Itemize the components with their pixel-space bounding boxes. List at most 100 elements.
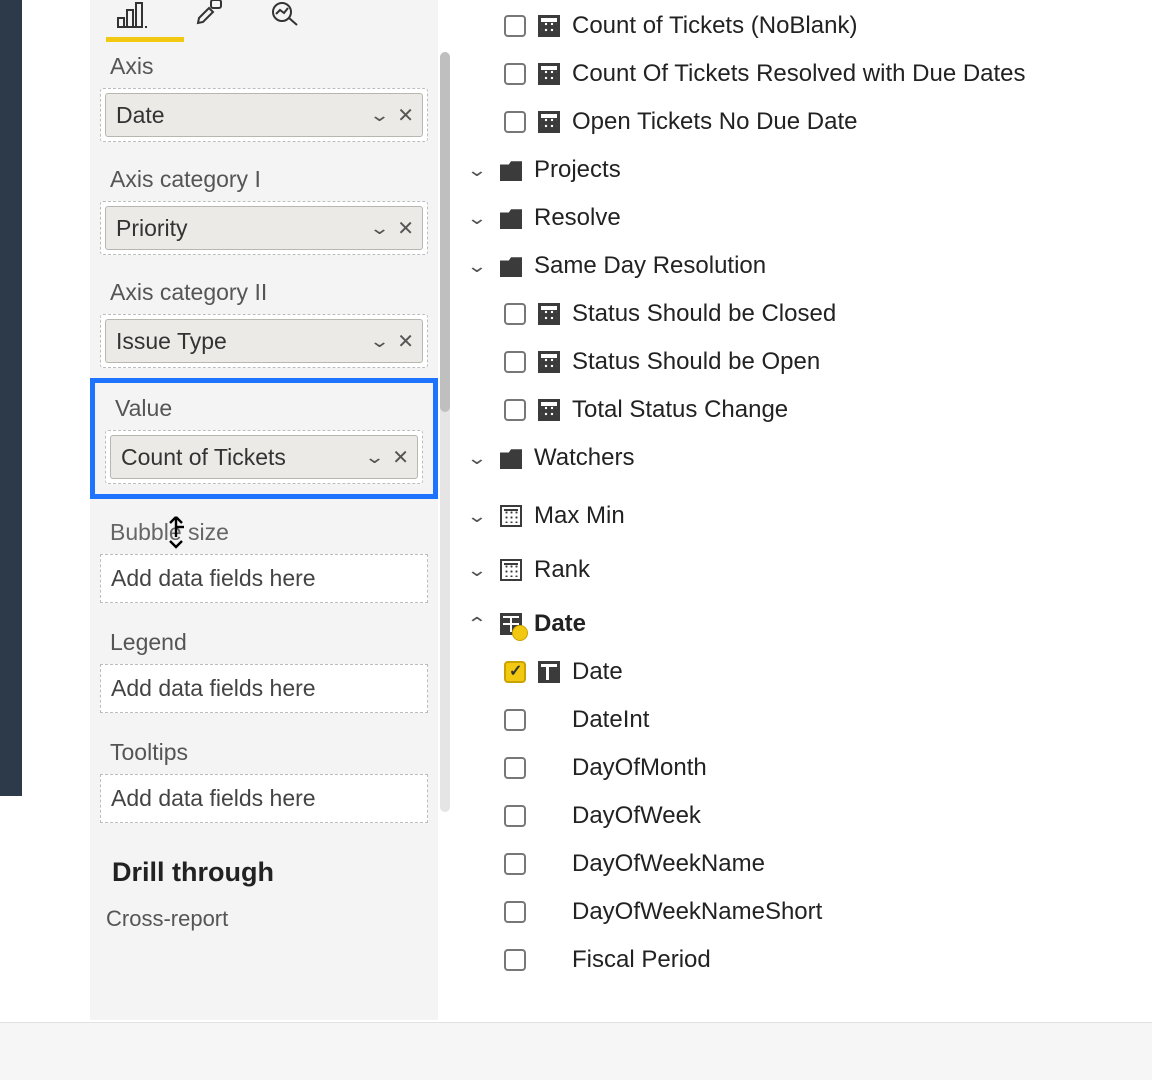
folder-label: Projects	[534, 156, 1152, 184]
close-icon[interactable]: ✕	[392, 445, 409, 470]
table-label: Date	[534, 610, 1152, 638]
well-axis-cat2[interactable]: Issue Type ⌄ ✕	[100, 314, 428, 368]
field-label: DayOfWeekName	[572, 850, 1152, 878]
viz-tabs	[90, 0, 438, 34]
calc-table-icon	[500, 505, 522, 527]
folder-same-day[interactable]: ⌄ Same Day Resolution	[466, 242, 1152, 290]
folder-label: Watchers	[534, 444, 1152, 472]
scrollbar-thumb[interactable]	[440, 52, 450, 412]
status-bar	[0, 1022, 1152, 1080]
folder-resolve[interactable]: ⌄ Resolve	[466, 194, 1152, 242]
folder-icon	[500, 159, 522, 181]
folder-label: Resolve	[534, 204, 1152, 232]
close-icon[interactable]: ✕	[397, 216, 414, 241]
well-tooltips[interactable]: Add data fields here	[100, 774, 428, 823]
field-label: Count Of Tickets Resolved with Due Dates	[572, 60, 1152, 88]
chevron-down-icon[interactable]: ⌄	[462, 160, 493, 181]
table-date[interactable]: ⌃ Date	[466, 600, 1152, 648]
placeholder-text: Add data fields here	[111, 565, 316, 591]
checkbox[interactable]	[504, 399, 526, 421]
field-column[interactable]: DayOfWeekNameShort	[466, 888, 1152, 936]
chevron-down-icon[interactable]: ⌄	[369, 331, 390, 352]
field-measure[interactable]: Status Should be Closed	[466, 290, 1152, 338]
viz-pane-scrollbar[interactable]	[440, 52, 450, 812]
checkbox[interactable]	[504, 661, 526, 683]
checkbox[interactable]	[504, 757, 526, 779]
field-label: DayOfWeekNameShort	[572, 898, 1152, 926]
chevron-down-icon[interactable]: ⌄	[364, 447, 385, 468]
column-icon	[538, 661, 560, 683]
pill-axis[interactable]: Date ⌄ ✕	[105, 93, 423, 137]
close-icon[interactable]: ✕	[397, 103, 414, 128]
checkbox[interactable]	[504, 303, 526, 325]
well-value[interactable]: Count of Tickets ⌄ ✕	[105, 430, 423, 484]
checkbox[interactable]	[504, 63, 526, 85]
format-tab-icon[interactable]	[192, 0, 228, 28]
field-label: DayOfMonth	[572, 754, 1152, 782]
measure-icon	[538, 399, 560, 421]
pill-value[interactable]: Count of Tickets ⌄ ✕	[110, 435, 418, 479]
field-column[interactable]: DayOfMonth	[466, 744, 1152, 792]
checkbox[interactable]	[504, 853, 526, 875]
chevron-down-icon[interactable]: ⌄	[462, 208, 493, 229]
drill-through-heading: Drill through	[90, 835, 438, 894]
folder-watchers[interactable]: ⌄ Watchers	[466, 434, 1152, 482]
chevron-down-icon[interactable]: ⌄	[462, 560, 493, 581]
checkbox[interactable]	[504, 949, 526, 971]
table-maxmin[interactable]: ⌄ Max Min	[466, 492, 1152, 540]
measure-icon	[538, 303, 560, 325]
field-column[interactable]: Fiscal Period	[466, 936, 1152, 984]
pill-axis-cat1-text: Priority	[116, 215, 372, 242]
table-rank[interactable]: ⌄ Rank	[466, 546, 1152, 594]
chevron-down-icon[interactable]: ⌄	[369, 105, 390, 126]
field-column[interactable]: DayOfWeek	[466, 792, 1152, 840]
folder-icon	[500, 447, 522, 469]
field-column[interactable]: Date	[466, 648, 1152, 696]
pill-axis-cat2[interactable]: Issue Type ⌄ ✕	[105, 319, 423, 363]
checkbox[interactable]	[504, 111, 526, 133]
field-measure[interactable]: Count Of Tickets Resolved with Due Dates	[466, 50, 1152, 98]
checkbox[interactable]	[504, 805, 526, 827]
chevron-down-icon[interactable]: ⌄	[462, 448, 493, 469]
checkbox[interactable]	[504, 901, 526, 923]
well-bubble[interactable]: Add data fields here	[100, 554, 428, 603]
field-measure[interactable]: Total Status Change	[466, 386, 1152, 434]
pill-axis-text: Date	[116, 102, 372, 129]
table-label: Rank	[534, 556, 1152, 584]
measure-icon	[538, 15, 560, 37]
pill-axis-cat1[interactable]: Priority ⌄ ✕	[105, 206, 423, 250]
field-column[interactable]: DayOfWeekName	[466, 840, 1152, 888]
folder-projects[interactable]: ⌄ Projects	[466, 146, 1152, 194]
measure-icon	[538, 63, 560, 85]
field-label: Count of Tickets (NoBlank)	[572, 12, 1152, 40]
well-label-axis-cat2: Axis category II	[90, 265, 438, 314]
field-column[interactable]: DateInt	[466, 696, 1152, 744]
chevron-up-icon[interactable]: ⌃	[462, 614, 493, 635]
checkbox[interactable]	[504, 709, 526, 731]
field-label: DateInt	[572, 706, 1152, 734]
analytics-tab-icon[interactable]	[268, 0, 304, 28]
well-axis[interactable]: Date ⌄ ✕	[100, 88, 428, 142]
chevron-down-icon[interactable]: ⌄	[462, 256, 493, 277]
field-label: Status Should be Closed	[572, 300, 1152, 328]
folder-icon	[500, 207, 522, 229]
field-measure[interactable]: Count of Tickets (NoBlank)	[466, 2, 1152, 50]
well-label-axis-cat1: Axis category I	[90, 152, 438, 201]
folder-label: Same Day Resolution	[534, 252, 1152, 280]
field-label: DayOfWeek	[572, 802, 1152, 830]
field-measure[interactable]: Status Should be Open	[466, 338, 1152, 386]
chevron-down-icon[interactable]: ⌄	[369, 218, 390, 239]
checkbox[interactable]	[504, 15, 526, 37]
well-label-tooltips: Tooltips	[90, 725, 438, 774]
chevron-down-icon[interactable]: ⌄	[462, 506, 493, 527]
checkbox[interactable]	[504, 351, 526, 373]
close-icon[interactable]: ✕	[397, 329, 414, 354]
well-legend[interactable]: Add data fields here	[100, 664, 428, 713]
placeholder-text: Add data fields here	[111, 675, 316, 701]
field-measure[interactable]: Open Tickets No Due Date	[466, 98, 1152, 146]
active-tab-underline	[106, 37, 184, 42]
well-axis-cat1[interactable]: Priority ⌄ ✕	[100, 201, 428, 255]
field-label: Date	[572, 658, 1152, 686]
placeholder-text: Add data fields here	[111, 785, 316, 811]
fields-tab-icon[interactable]	[116, 0, 152, 28]
